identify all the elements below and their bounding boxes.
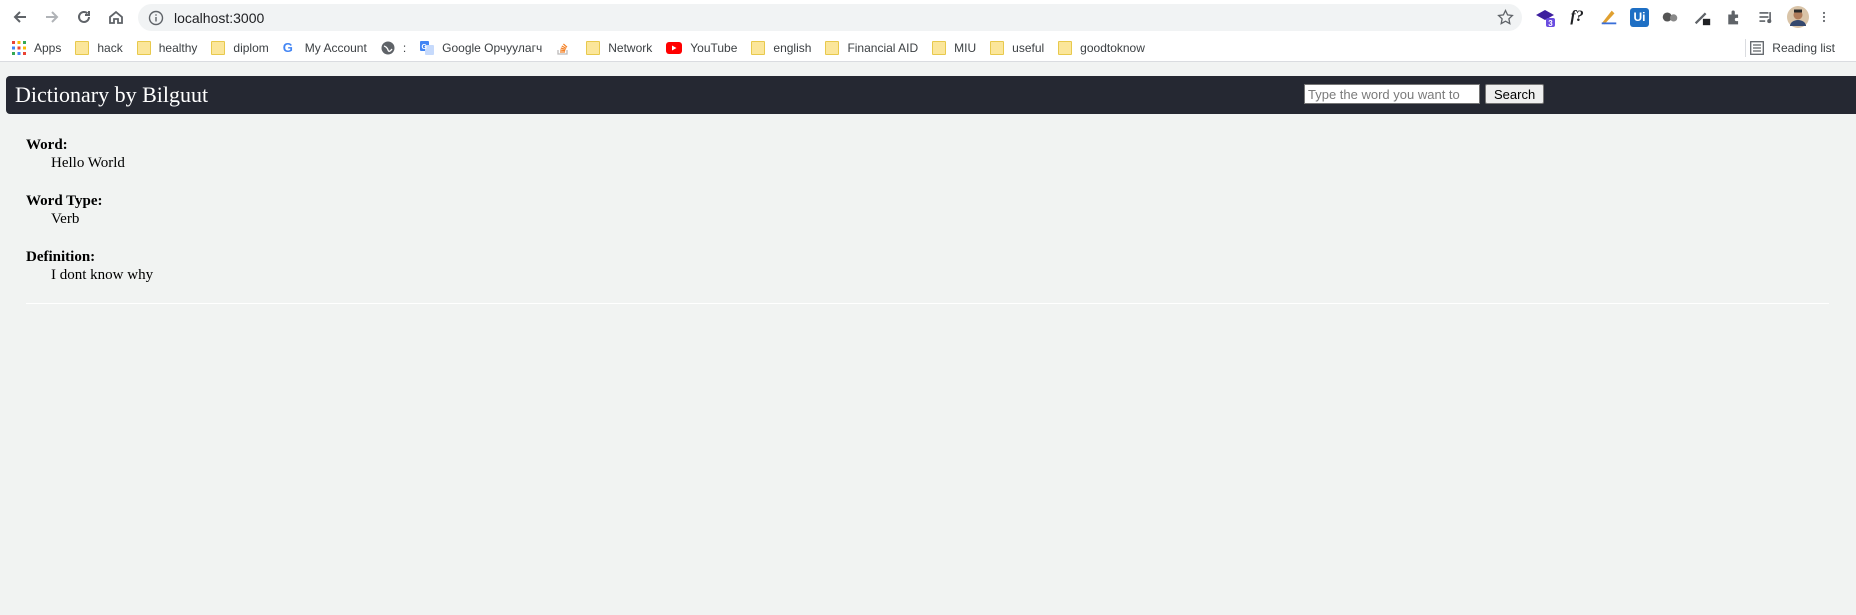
browser-toolbar: localhost:3000 3 f? Ui [0, 0, 1856, 34]
folder-icon [932, 40, 947, 55]
reading-list-icon [1750, 41, 1765, 55]
word-value: Hello World [51, 155, 125, 171]
bookmark-label: Network [608, 40, 653, 55]
bookmark-apps[interactable]: Apps [5, 36, 68, 60]
bookmark-stackoverflow[interactable] [549, 36, 579, 60]
bookmark-label: goodtoknow [1080, 40, 1145, 55]
bookmark-useful[interactable]: useful [983, 36, 1051, 60]
folder-icon [990, 40, 1005, 55]
bookmark-english[interactable]: english [744, 36, 818, 60]
reading-list-button[interactable]: Reading list [1743, 36, 1842, 60]
bookmark-label: Financial AID [847, 40, 919, 55]
bookmark-label: healthy [158, 40, 198, 55]
svg-text:3: 3 [1548, 19, 1553, 28]
ruler-extension-icon[interactable] [1598, 6, 1620, 28]
horizontal-rule [26, 303, 1829, 304]
definition-label: Definition: [26, 249, 96, 265]
app-title: Dictionary by Bilguut [15, 82, 209, 107]
arrow-left-icon [13, 11, 26, 23]
dictionary-entry: Word: Hello World Word Type: Verb Defini… [26, 136, 153, 304]
formula-extension-icon[interactable]: f? [1566, 6, 1588, 28]
media-control-icon[interactable] [1755, 6, 1777, 28]
graduation-cap-extension-icon[interactable]: 3 [1534, 6, 1556, 28]
definition-value: I dont know why [51, 267, 154, 283]
bookmark-globe[interactable]: : [374, 36, 413, 60]
bookmark-label: Apps [34, 40, 62, 55]
word-type-label: Word Type: [26, 193, 103, 209]
word-label: Word: [26, 137, 68, 153]
bookmark-financial-aid[interactable]: Financial AID [818, 36, 925, 60]
search-button[interactable]: Search [1485, 84, 1545, 104]
bookmark-my-account[interactable]: G My Account [276, 36, 374, 60]
search-input[interactable] [1304, 84, 1480, 104]
google-icon: G [282, 39, 293, 55]
page-content: Dictionary by Bilguut Search Word: Hello… [0, 62, 1856, 615]
bookmark-label: My Account [304, 40, 367, 55]
bookmark-label: english [773, 40, 812, 55]
bookmark-star-icon[interactable] [1497, 9, 1514, 26]
youtube-icon [666, 41, 683, 54]
glasses-extension-icon[interactable] [1659, 6, 1681, 28]
profile-avatar-icon[interactable] [1787, 6, 1809, 28]
svg-text:G: G [422, 44, 428, 51]
bookmark-diplom[interactable]: diplom [204, 36, 275, 60]
folder-icon [586, 40, 601, 55]
home-button[interactable] [103, 4, 129, 30]
reload-button[interactable] [71, 4, 97, 30]
bookmark-healthy[interactable]: healthy [130, 36, 205, 60]
bookmark-label: hack [97, 40, 123, 55]
address-bar[interactable]: localhost:3000 [138, 4, 1522, 31]
forward-button[interactable] [39, 4, 65, 30]
folder-icon [75, 40, 90, 55]
bookmark-label: diplom [233, 40, 269, 55]
bookmark-google-translate[interactable]: G Google Орчуулагч [413, 36, 549, 60]
reading-list-label: Reading list [1772, 41, 1835, 55]
folder-icon [136, 40, 151, 55]
bookmark-goodtoknow[interactable]: goodtoknow [1051, 36, 1152, 60]
google-translate-icon: G [420, 40, 435, 55]
globe-icon [381, 41, 395, 54]
eyedropper-extension-icon[interactable] [1691, 6, 1713, 28]
bookmark-network[interactable]: Network [579, 36, 659, 60]
uipath-extension-icon[interactable]: Ui [1630, 7, 1649, 27]
reload-icon [78, 10, 90, 23]
folder-icon [751, 40, 766, 55]
stackoverflow-icon [557, 43, 568, 55]
bookmark-label: YouTube [690, 40, 738, 55]
apps-grid-icon [12, 40, 26, 55]
url-text[interactable]: localhost:3000 [174, 10, 264, 26]
word-type-value: Verb [51, 211, 80, 227]
bookmark-youtube[interactable]: YouTube [659, 36, 744, 60]
arrow-right-icon [46, 11, 59, 23]
home-icon [109, 10, 123, 24]
bookmark-label: : [402, 40, 407, 55]
bookmarks-bar: Apps hack healthy diplom G My Account : … [0, 34, 1856, 62]
search-form: Search [1304, 84, 1545, 104]
kebab-menu-icon[interactable] [1819, 6, 1829, 28]
puzzle-extensions-icon[interactable] [1723, 6, 1745, 28]
bookmark-miu[interactable]: MIU [925, 36, 983, 60]
folder-icon [1058, 40, 1073, 55]
folder-icon [825, 40, 840, 55]
back-button[interactable] [7, 4, 33, 30]
folder-icon [211, 40, 226, 55]
extensions-area: 3 f? Ui [1534, 4, 1839, 30]
bookmark-hack[interactable]: hack [68, 36, 129, 60]
info-icon[interactable] [148, 10, 164, 26]
app-header: Dictionary by Bilguut Search [6, 76, 1856, 114]
bookmark-label: MIU [954, 40, 977, 55]
bookmark-label: useful [1012, 40, 1045, 55]
bookmark-label: Google Орчуулагч [442, 40, 543, 55]
